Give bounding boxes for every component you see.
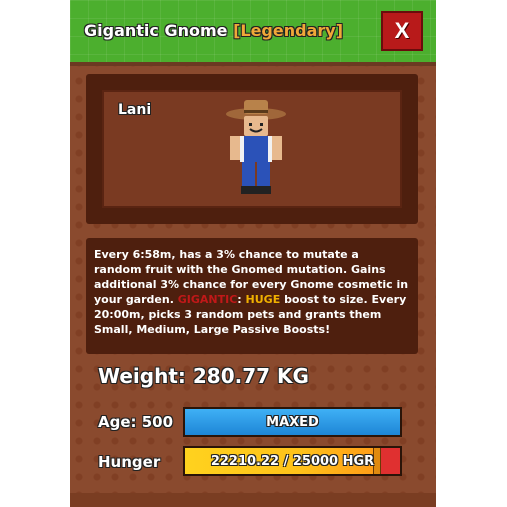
close-icon: X xyxy=(394,18,410,43)
hunger-bar: 22210.22 / 25000 HGR xyxy=(183,446,402,476)
hunger-bar-text: 22210.22 / 25000 HGR xyxy=(210,453,375,469)
close-button[interactable]: X xyxy=(381,11,423,51)
panel-header: Gigantic Gnome [Legendary] X xyxy=(70,0,436,66)
pet-info-panel: Gigantic Gnome [Legendary] X Lani Every … xyxy=(70,0,436,507)
pet-type-name: Gigantic Gnome xyxy=(84,21,228,40)
pet-preview-frame: Lani xyxy=(86,74,418,224)
panel-bottom-edge xyxy=(70,493,436,507)
weight-stat: Weight: 280.77 KG xyxy=(98,364,309,388)
age-bar: MAXED xyxy=(183,407,402,437)
rarity-label: [Legendary] xyxy=(233,21,343,40)
pet-preview: Lani xyxy=(102,90,402,208)
gnome-figure-icon xyxy=(226,100,286,194)
age-bar-text: MAXED xyxy=(266,414,319,430)
gigantic-tag: GIGANTIC xyxy=(177,293,238,306)
pet-name: Lani xyxy=(118,102,152,118)
tag-colon: : xyxy=(237,293,242,306)
huge-tag: HUGE xyxy=(245,293,281,306)
ability-description: Every 6:58m, has a 3% chance to mutate a… xyxy=(86,238,418,354)
hunger-label: Hunger xyxy=(98,453,161,471)
pet-title: Gigantic Gnome [Legendary] xyxy=(84,21,343,40)
age-label: Age: 500 xyxy=(98,413,174,431)
weight-value: 280.77 KG xyxy=(192,364,309,388)
weight-label: Weight: xyxy=(98,364,186,388)
